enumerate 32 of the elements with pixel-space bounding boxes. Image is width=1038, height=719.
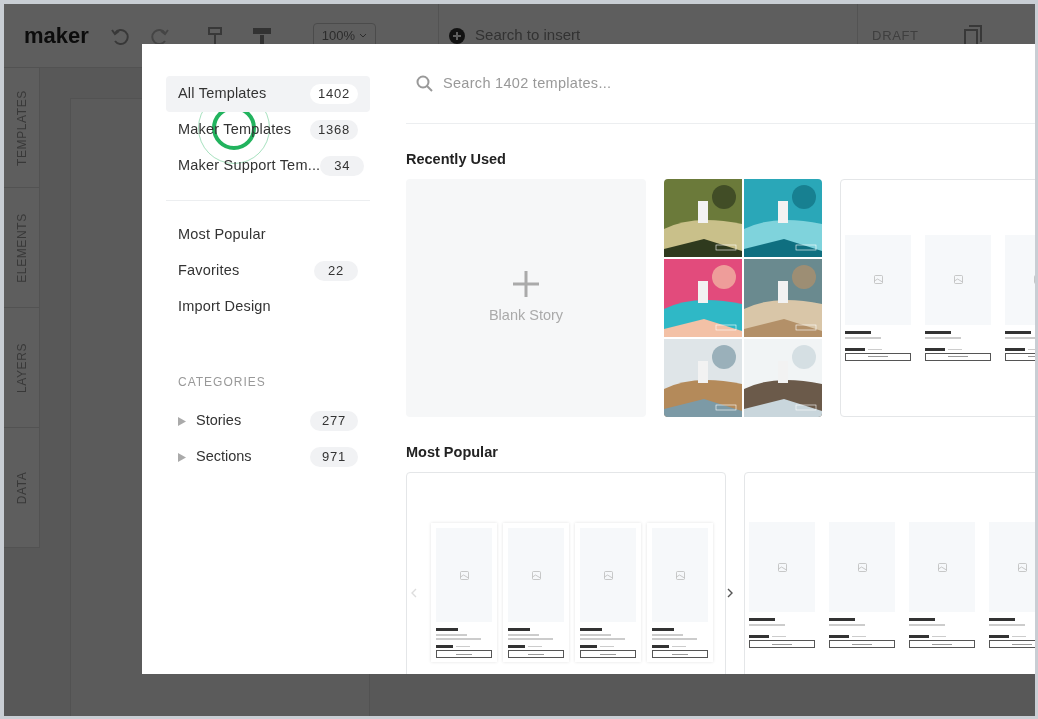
count-badge: 1368 <box>309 120 358 140</box>
chevron-down-icon <box>359 32 368 39</box>
image-placeholder-icon <box>603 570 613 580</box>
category-item[interactable]: Stories 277 <box>166 403 370 439</box>
image-placeholder-icon <box>459 570 469 580</box>
search-icon <box>416 75 433 92</box>
nav-item[interactable]: Maker Support Tem... 34 <box>166 148 370 184</box>
image-placeholder-icon <box>531 570 541 580</box>
image-placeholder-icon <box>857 562 867 572</box>
plus-icon <box>511 268 541 299</box>
image-placeholder-icon <box>937 562 947 572</box>
section-heading: Most Popular <box>406 442 499 462</box>
app-logo: maker <box>24 22 89 50</box>
count-badge: 971 <box>310 447 358 467</box>
image-placeholder-icon <box>873 275 883 285</box>
section-label: CATEGORIES <box>177 374 267 391</box>
count-badge: 22 <box>314 261 358 281</box>
nav-item[interactable]: Most Popular <box>166 217 370 253</box>
image-placeholder-icon <box>675 570 685 580</box>
count-badge: 1402 <box>309 84 358 104</box>
section-heading: Recently Used <box>406 150 507 169</box>
count-badge: 277 <box>310 411 358 431</box>
image-placeholder-icon <box>953 275 963 285</box>
image-placeholder-icon <box>777 562 787 572</box>
category-item[interactable]: Sections 971 <box>166 439 370 475</box>
search-placeholder: Search 1402 templates... <box>443 73 612 93</box>
nav-item[interactable]: Import Design <box>166 289 370 325</box>
chevron-right-icon[interactable] <box>727 587 733 598</box>
nav-item[interactable]: All Templates 1402 <box>166 76 370 112</box>
nav-item[interactable]: Favorites 22 <box>166 253 370 289</box>
image-placeholder-icon <box>1017 562 1027 572</box>
count-badge: 34 <box>320 156 365 176</box>
